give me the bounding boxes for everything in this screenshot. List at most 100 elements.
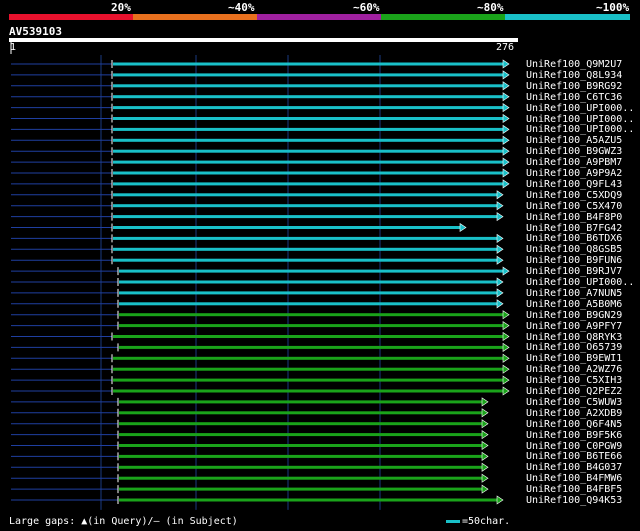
hit-row[interactable] (11, 375, 510, 385)
hit-label[interactable]: UniRef100_Q94K53 (526, 495, 622, 506)
hit-row[interactable] (11, 451, 489, 461)
alignment-arrowhead (502, 135, 510, 145)
hit-row[interactable] (11, 70, 510, 80)
alignment-arrowhead (502, 386, 510, 396)
hit-label[interactable]: UniRef100_C5X470 (526, 201, 622, 212)
hit-label[interactable]: UniRef100_A9P9A2 (526, 168, 622, 179)
hit-label[interactable]: UniRef100_B4FBF5 (526, 484, 622, 495)
hit-label[interactable]: UniRef100_B9RJV7 (526, 266, 622, 277)
hit-label[interactable]: UniRef100_A5AZU5 (526, 135, 622, 146)
hit-label[interactable]: UniRef100_B6TDX6 (526, 233, 622, 244)
hit-label[interactable]: UniRef100_Q8RYK3 (526, 332, 622, 343)
hit-row[interactable] (11, 310, 510, 320)
hit-row[interactable] (11, 135, 510, 145)
alignment-bar (113, 367, 504, 371)
hit-row[interactable] (11, 288, 504, 298)
hit-label[interactable]: UniRef100_B4FMW6 (526, 473, 622, 484)
hit-label[interactable]: UniRef100_B9EWI1 (526, 353, 622, 364)
hit-row[interactable] (11, 244, 504, 254)
hit-row[interactable] (11, 266, 510, 276)
alignment-arrowhead (502, 113, 510, 124)
hit-row[interactable] (11, 157, 510, 167)
hit-label[interactable]: UniRef100_A2WZ76 (526, 364, 622, 375)
hit-label[interactable]: UniRef100_C5XIH3 (526, 375, 622, 386)
hit-row[interactable] (11, 430, 489, 440)
alignment-arrowhead (481, 440, 489, 451)
hit-label[interactable]: UniRef100_UPI000.. (526, 103, 634, 114)
hit-row[interactable] (11, 113, 510, 124)
alignment-bar (119, 269, 504, 273)
alignment-arrowhead (502, 321, 510, 331)
hit-label[interactable]: UniRef100_C5WUW3 (526, 397, 622, 408)
hit-row[interactable] (11, 484, 489, 494)
alignment-arrowhead (496, 244, 504, 254)
alignment-bar (113, 226, 461, 229)
hit-label[interactable]: UniRef100_B9RG92 (526, 81, 622, 92)
hit-row[interactable] (11, 440, 489, 451)
hit-row[interactable] (11, 201, 504, 211)
hit-row[interactable] (11, 331, 510, 342)
hit-row[interactable] (11, 179, 510, 189)
hit-label[interactable]: UniRef100_A7NUN5 (526, 288, 622, 299)
hit-label[interactable]: UniRef100_B6TE66 (526, 451, 622, 462)
hit-row[interactable] (11, 342, 510, 352)
hit-row[interactable] (11, 299, 504, 309)
hit-row[interactable] (11, 397, 489, 407)
hit-label[interactable]: UniRef100_Q9M2U7 (526, 59, 622, 70)
hit-label[interactable]: UniRef100_Q2PEZ2 (526, 386, 622, 397)
hit-row[interactable] (11, 419, 489, 429)
alignment-arrowhead (502, 342, 510, 352)
hit-label[interactable]: UniRef100_B4F8P0 (526, 212, 622, 223)
hit-label[interactable]: UniRef100_UPI000.. (526, 114, 634, 125)
hit-row[interactable] (11, 168, 510, 178)
hit-row[interactable] (11, 81, 510, 91)
hit-row[interactable] (11, 190, 504, 200)
hit-label[interactable]: UniRef100_O65739 (526, 342, 622, 353)
hit-row[interactable] (11, 255, 504, 265)
hit-row[interactable] (11, 103, 510, 113)
hit-label[interactable]: UniRef100_A5B0M6 (526, 299, 622, 310)
hit-row[interactable] (11, 222, 467, 233)
hit-row[interactable] (11, 146, 510, 156)
legend-label: 20% (111, 1, 131, 14)
hit-row[interactable] (11, 386, 510, 396)
alignment-arrowhead (502, 375, 510, 385)
hit-row[interactable] (11, 212, 504, 222)
hit-label[interactable]: UniRef100_B9GWZ3 (526, 146, 622, 157)
hit-row[interactable] (11, 353, 510, 363)
alignment-arrowhead (481, 462, 489, 472)
hit-row[interactable] (11, 321, 510, 331)
hit-label[interactable]: UniRef100_Q9FL43 (526, 179, 622, 190)
hit-row[interactable] (11, 277, 504, 287)
hit-label[interactable]: UniRef100_A9PBM7 (526, 157, 622, 168)
hit-label[interactable]: UniRef100_UPI000.. (526, 124, 634, 135)
hit-label[interactable]: UniRef100_B7FG42 (526, 223, 622, 234)
hit-row[interactable] (11, 462, 489, 472)
hit-label[interactable]: UniRef100_A2XDB9 (526, 408, 622, 419)
hit-label[interactable]: UniRef100_Q8L934 (526, 70, 622, 81)
hit-row[interactable] (11, 124, 510, 134)
hit-label[interactable]: UniRef100_C6TC36 (526, 92, 622, 103)
hit-row[interactable] (11, 364, 510, 374)
alignment-bar (113, 215, 498, 219)
hit-label[interactable]: UniRef100_B9F5K6 (526, 430, 622, 441)
hit-label[interactable]: UniRef100_C5XDQ9 (526, 190, 622, 201)
hit-label[interactable]: UniRef100_C0PGW9 (526, 441, 622, 452)
hit-row[interactable] (11, 473, 489, 483)
hit-row[interactable] (11, 233, 504, 243)
hit-row[interactable] (11, 92, 510, 102)
hit-label[interactable]: UniRef100_Q8GSB5 (526, 244, 622, 255)
hit-label[interactable]: UniRef100_B4G037 (526, 462, 622, 473)
hit-label[interactable]: UniRef100_B9FUN6 (526, 255, 622, 266)
alignment-arrowhead (502, 353, 510, 363)
alignment-arrowhead (502, 364, 510, 374)
hit-row[interactable] (11, 59, 510, 69)
hit-label[interactable]: UniRef100_B9GN29 (526, 310, 622, 321)
hit-label[interactable]: UniRef100_A9PFY7 (526, 321, 622, 332)
hit-label[interactable]: UniRef100_Q6F4N5 (526, 419, 622, 430)
hit-row[interactable] (11, 408, 489, 418)
hit-label[interactable]: UniRef100_UPI000.. (526, 277, 634, 288)
hit-row[interactable] (11, 495, 504, 505)
scale-text: =50char. (462, 516, 511, 527)
alignment-bar (113, 160, 504, 164)
